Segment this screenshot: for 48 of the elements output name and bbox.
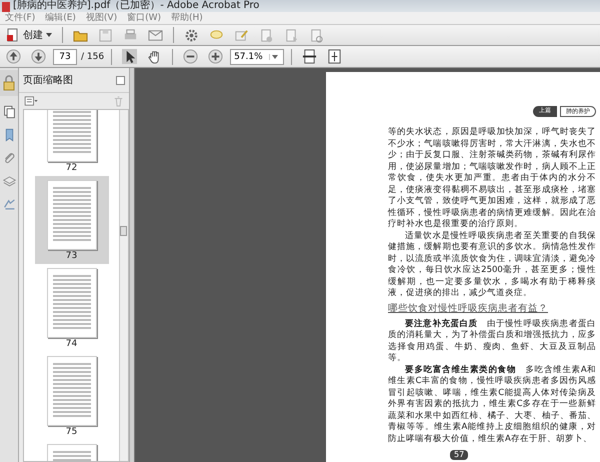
fit-width-icon[interactable] bbox=[302, 49, 318, 64]
layers-icon[interactable] bbox=[2, 174, 16, 188]
document-icon[interactable] bbox=[309, 28, 324, 42]
document-icon[interactable] bbox=[284, 28, 299, 42]
paperclip-icon[interactable] bbox=[2, 151, 16, 165]
pen-icon[interactable] bbox=[234, 28, 249, 42]
document-icon[interactable] bbox=[259, 28, 274, 42]
page-preview-drawing bbox=[46, 268, 96, 338]
options-icon[interactable] bbox=[24, 96, 38, 106]
trash-icon[interactable] bbox=[114, 96, 123, 106]
panel-title: 页面缩略图 bbox=[23, 74, 73, 87]
page-preview-drawing bbox=[46, 356, 96, 426]
page-preview-drawing bbox=[46, 180, 96, 250]
lock-icon[interactable] bbox=[0, 70, 18, 96]
signature-icon[interactable] bbox=[2, 197, 16, 211]
zoom-dropdown[interactable]: 57.1% bbox=[230, 48, 284, 64]
pages-icon[interactable] bbox=[2, 105, 16, 119]
select-cursor-icon[interactable] bbox=[122, 49, 138, 64]
settings-icon[interactable] bbox=[184, 28, 199, 42]
document-icon bbox=[6, 28, 20, 42]
caret-icon bbox=[269, 54, 280, 60]
zoom-in-icon[interactable] bbox=[208, 49, 224, 64]
caret-icon bbox=[46, 33, 52, 37]
save-icon[interactable] bbox=[98, 28, 113, 42]
create-button[interactable]: 创建 bbox=[3, 28, 55, 42]
zoom-out-icon[interactable] bbox=[183, 49, 198, 64]
page-thumbnail[interactable]: 75 bbox=[34, 352, 108, 440]
body-paragraph: 要多吃富含维生素类的食物 多吃含维生素A和维生素C丰富的食物，慢性呼吸疾病患者多因伤风感冒引起咳嗽、哮喘，维生素C能提高人体对传染病及外界有害因素的抵抗力，维生素C多存在于一些新鲜蔬菜和水果中如西红柿、橘子、大枣、柚子、番茄、青椒等等。维生素A能维持上皮细胞组织的健康，对防止哮喘有极大价值，维生素A存在于肝、胡萝卜、 bbox=[388, 364, 596, 445]
fit-page-icon[interactable] bbox=[327, 49, 342, 64]
section-heading: 哪些饮食对慢性呼吸疾病患者有益？ bbox=[388, 302, 549, 314]
body-paragraph: 适量饮水是慢性呼吸疾病患者至关重要的自我保健措施，缓解期也要有意识的多饮水。病情急性发作时，以流质或半流质饮食为住，调味宜清淡，避免冷食冷饮，每日饮水应达2500毫升，甚至更多；慢性缓解期，也一定要多量饮水，多喝水有助于稀释痰液，促进痰的排出，减少气道炎症。 bbox=[388, 230, 596, 300]
menu-item[interactable]: 编辑(E) bbox=[40, 12, 81, 24]
menu-item[interactable]: 帮助(H) bbox=[166, 12, 208, 24]
panel-options-button[interactable] bbox=[116, 76, 125, 84]
body-paragraph: 等的失水状态，原因是呼吸加快加深，呼气时丧失了不少水；气喘咳嗽得厉害时，常大汗淋漓，失水也不少；由于反复口服、注射茶碱类药物，茶碱有利尿作用，使泌尿量增加；气喘咳嗽发作时，病人顾不上正常饮食，使失水更加严重。患者由于体内的水分不足，使痰液变得黏稠不易咳出，甚至形成痰栓，堵塞了小支气管，致使呼气更加困难，这样，就形成了恶性循环，慢性呼吸病患者的病情更难缓解。因此在治疗时补水也是很重要的治疗原则。 bbox=[388, 127, 596, 230]
print-icon[interactable] bbox=[123, 28, 138, 42]
page-thumbnail[interactable]: 74 bbox=[34, 264, 108, 352]
body-paragraph: 要注意补充蛋白质 由于慢性呼吸疾病患者蛋白质的消耗量大，为了补偿蛋白质和增强抵抗力，应多选择食用鸡蛋、牛奶、瘦肉、鱼虾、大豆及豆制品等。 bbox=[388, 318, 596, 364]
menu-item[interactable]: 视图(V) bbox=[80, 12, 122, 24]
page-number-field[interactable]: 73 bbox=[53, 48, 77, 64]
page-total: / 156 bbox=[81, 52, 104, 62]
page-thumbnail[interactable]: 73 bbox=[34, 176, 108, 264]
page-thumbnail[interactable]: 72 bbox=[34, 110, 108, 176]
mail-icon[interactable] bbox=[148, 28, 163, 42]
menu-item[interactable]: 窗口(W) bbox=[122, 12, 166, 24]
scrollbar[interactable] bbox=[119, 110, 128, 461]
page-number: 57 bbox=[450, 450, 468, 460]
menu-item[interactable]: 文件(F) bbox=[0, 12, 40, 24]
